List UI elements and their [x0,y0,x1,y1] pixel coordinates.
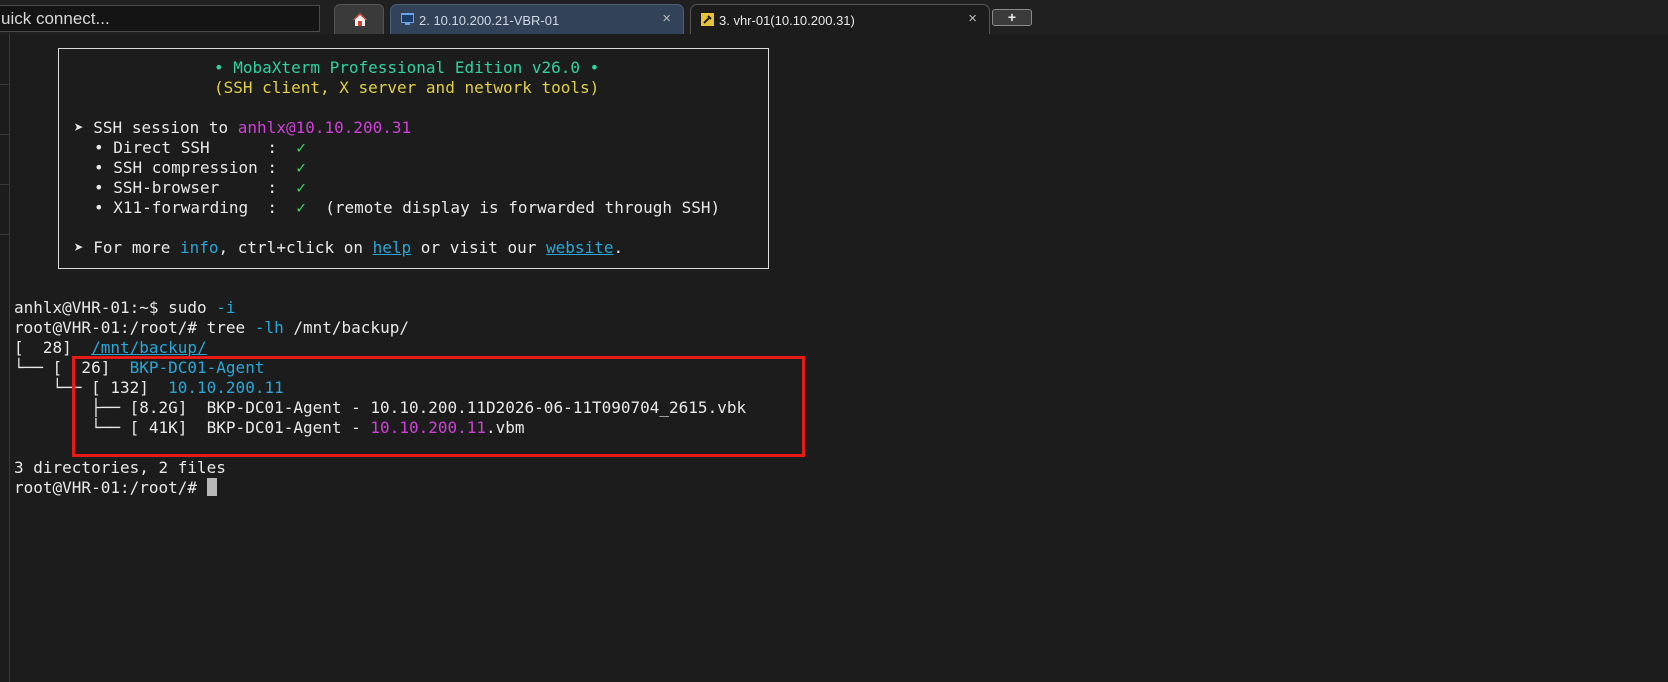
prompt-line: root@VHR-01:/root/# [14,478,217,498]
tab-label: 3. vhr-01(10.10.200.31) [719,13,855,28]
website-link[interactable]: website [546,238,613,257]
ssh-key-icon [701,13,714,26]
session-target: anhlx@10.10.200.31 [237,118,412,137]
banner-subtitle: (SSH client, X server and network tools) [214,78,600,97]
banner-title: • MobaXterm Professional Edition v26.0 • [214,58,600,77]
feature-line: • SSH compression : ✓ [94,158,306,177]
help-link[interactable]: help [373,238,412,257]
tree-root: [ 28] /mnt/backup/ [14,338,207,357]
feature-line: • Direct SSH : ✓ [94,138,306,157]
check-icon: ✓ [296,158,306,177]
home-icon [353,13,367,26]
tab-home[interactable] [334,4,384,34]
feature-line: • X11-forwarding : ✓ (remote display is … [94,198,721,217]
summary-line: 3 directories, 2 files [14,458,226,477]
top-bar: uick connect... 2. 10.10.200.21-VBR-01 ×… [0,0,1668,34]
check-icon: ✓ [296,178,306,197]
info-link[interactable]: info [180,238,219,257]
arrow-icon: ➤ [74,118,84,137]
feature-line: • SSH-browser : ✓ [94,178,306,197]
command-line: root@VHR-01:/root/# tree -lh /mnt/backup… [14,318,409,337]
close-icon[interactable]: × [662,10,671,27]
windows-rdp-icon [401,13,414,25]
check-icon: ✓ [296,138,306,157]
command-line: anhlx@VHR-01:~$ sudo -i [14,298,236,317]
close-icon[interactable]: × [968,10,977,27]
tab-vbr-01[interactable]: 2. 10.10.200.21-VBR-01 × [390,4,684,34]
quick-connect-input[interactable]: uick connect... [0,5,320,32]
arrow-icon: ➤ [74,238,84,257]
highlight-box [72,356,805,457]
side-panel-edge [0,34,10,682]
add-tab-button[interactable]: + [992,9,1032,26]
tab-label: 2. 10.10.200.21-VBR-01 [419,13,560,28]
terminal-cursor [206,478,217,496]
check-icon: ✓ [296,198,306,217]
session-line: ➤ SSH session to anhlx@10.10.200.31 [74,118,412,137]
tab-vhr-01[interactable]: 3. vhr-01(10.10.200.31) × [690,4,990,34]
more-info-line: ➤ For more info, ctrl+click on help or v… [74,238,624,257]
